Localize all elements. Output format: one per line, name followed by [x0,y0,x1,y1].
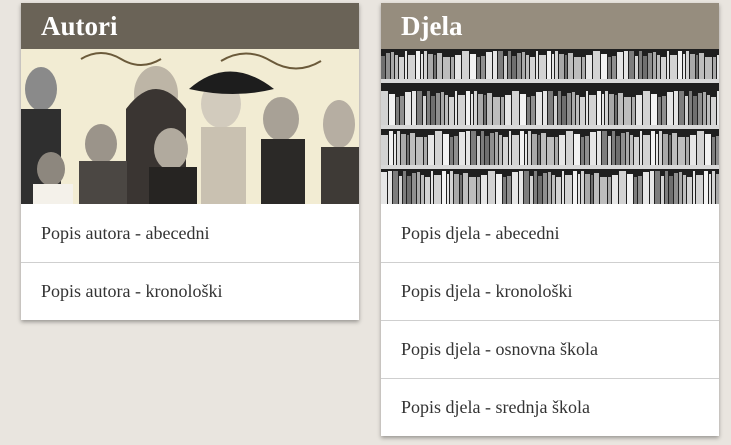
works-alphabetical-link[interactable]: Popis djela - abecedni [381,204,719,262]
authors-link-list: Popis autora - abecedni Popis autora - k… [21,204,359,320]
works-primary-school-link[interactable]: Popis djela - osnovna škola [381,320,719,378]
works-chronological-link[interactable]: Popis djela - kronološki [381,262,719,320]
authors-card-title[interactable]: Autori [21,3,359,49]
works-secondary-school-link[interactable]: Popis djela - srednja škola [381,378,719,436]
works-card-title[interactable]: Djela [381,3,719,49]
bookshelf-image[interactable] [381,49,719,204]
works-card: Djela Popis djela - abecedni Popis djela… [381,3,719,436]
authors-card: Autori Popis autora - abecedni Popis aut [21,3,359,320]
authors-chronological-link[interactable]: Popis autora - kronološki [21,262,359,320]
works-link-list: Popis djela - abecedni Popis djela - kro… [381,204,719,436]
authors-alphabetical-link[interactable]: Popis autora - abecedni [21,204,359,262]
authors-collage-image[interactable] [21,49,359,204]
